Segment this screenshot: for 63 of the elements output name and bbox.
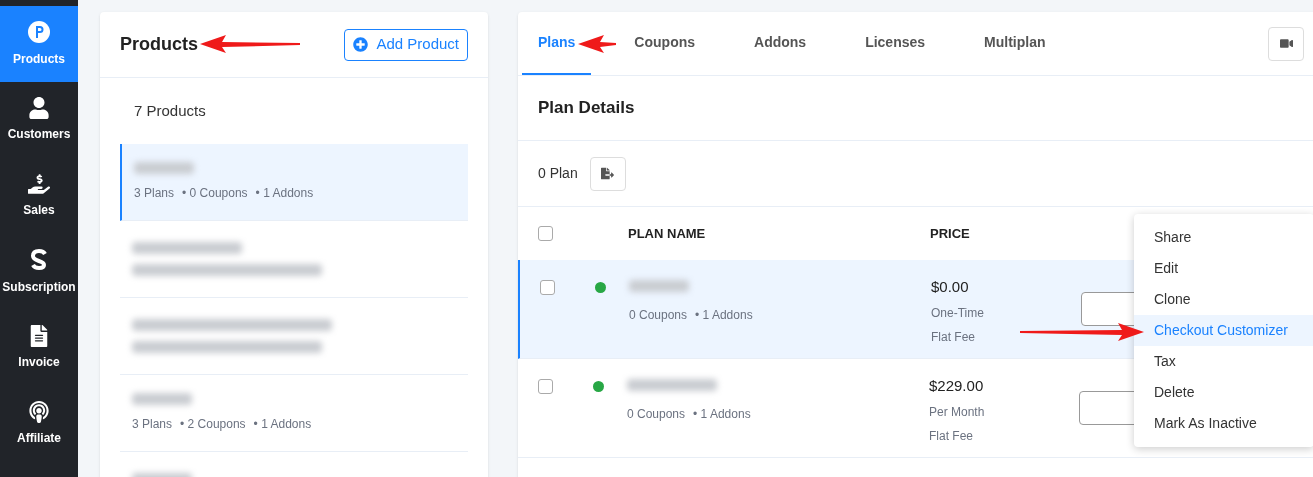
stat-text: • 1 Addons xyxy=(253,416,312,433)
p-circle-icon xyxy=(27,20,51,44)
blurred-text xyxy=(134,162,194,174)
broadcast-icon xyxy=(28,401,50,423)
nav-label: Invoice xyxy=(18,354,60,371)
fee-type: Flat Fee xyxy=(931,328,976,346)
export-button[interactable] xyxy=(589,156,626,191)
nav-label: Customers xyxy=(7,126,71,143)
video-camera-icon xyxy=(1279,37,1293,50)
menu-item[interactable]: Mark As Inactive xyxy=(1134,408,1313,439)
nav-item[interactable]: Invoice xyxy=(0,310,78,386)
blurred-text xyxy=(629,280,689,292)
plan-price: $0.00 xyxy=(931,277,970,297)
plan-count: 0 Plan xyxy=(538,164,578,183)
s-letter-icon xyxy=(29,248,49,272)
section-title: Plan Details xyxy=(518,76,1313,141)
stat-text: 3 Plans xyxy=(134,185,175,202)
tab[interactable]: Multiplan xyxy=(968,12,1062,75)
annotation-arrow xyxy=(578,34,616,54)
stat-text: • 0 Coupons xyxy=(182,185,248,202)
document-icon xyxy=(28,325,50,347)
nav-item[interactable]: Customers xyxy=(0,82,78,158)
plus-icon xyxy=(353,37,369,52)
product-item[interactable]: 3 Plans • 2 Coupons • 1 Addons xyxy=(120,375,468,452)
tab[interactable]: Coupons xyxy=(618,12,711,75)
header-checkbox[interactable] xyxy=(538,226,553,241)
product-item[interactable]: 3 Plans • 0 Coupons • 1 Addons xyxy=(120,144,468,221)
plan-price: $229.00 xyxy=(929,376,985,396)
nav-label: Sales xyxy=(23,202,55,219)
stat-text: 3 Plans xyxy=(132,416,173,433)
row-checkbox[interactable] xyxy=(540,280,555,295)
stat-text: • 2 Coupons xyxy=(180,416,246,433)
product-count: 7 Products xyxy=(133,100,207,121)
export-file-icon xyxy=(601,167,615,180)
column-header: PLAN NAME xyxy=(628,224,707,243)
nav-label: Affiliate xyxy=(17,430,61,447)
billing-period: One-Time xyxy=(931,304,985,322)
add-product-button[interactable]: Add Product xyxy=(344,28,468,61)
nav-label: Products xyxy=(13,51,65,68)
nav-label: Subscription xyxy=(2,279,76,296)
row-checkbox[interactable] xyxy=(538,379,553,394)
blurred-text xyxy=(132,393,192,405)
stat-text: • 1 Addons xyxy=(255,185,314,202)
menu-item[interactable]: Share xyxy=(1134,222,1313,253)
stat-text: • 1 Addons xyxy=(695,307,753,324)
stat-text: 0 Coupons xyxy=(627,406,686,423)
nav-item[interactable]: Products xyxy=(0,6,78,82)
user-icon xyxy=(28,97,50,119)
stat-text: • 1 Addons xyxy=(693,406,751,423)
nav-item[interactable]: Sales xyxy=(0,158,78,234)
column-header: PRICE xyxy=(930,224,970,243)
fee-type: Flat Fee xyxy=(929,427,974,445)
billing-period: Per Month xyxy=(929,403,986,421)
tab[interactable]: Licenses xyxy=(849,12,942,75)
video-button[interactable] xyxy=(1268,26,1304,61)
panel-title: Products xyxy=(120,33,198,56)
nav-item[interactable]: Subscription xyxy=(0,234,78,310)
menu-item[interactable]: Delete xyxy=(1134,377,1313,408)
nav-item[interactable]: Affiliate xyxy=(0,386,78,462)
hand-dollar-icon xyxy=(28,173,50,195)
menu-item[interactable]: Clone xyxy=(1134,284,1313,315)
stat-text: 0 Coupons xyxy=(629,307,688,324)
tab[interactable]: Addons xyxy=(738,12,823,75)
